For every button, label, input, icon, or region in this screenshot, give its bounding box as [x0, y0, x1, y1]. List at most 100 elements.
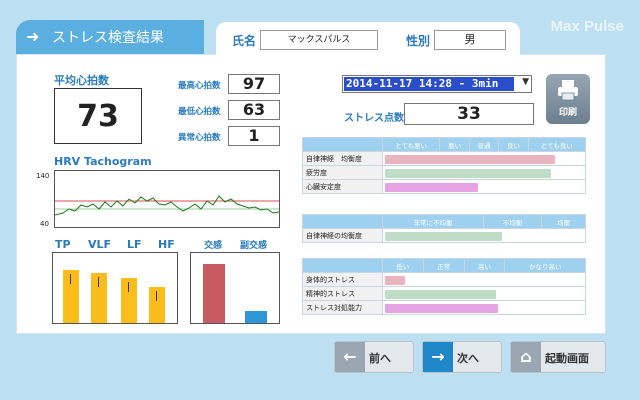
symp-bar [203, 264, 225, 323]
next-button[interactable]: → 次へ [422, 341, 502, 373]
abnormal-hr-label: 異常心拍数 [178, 133, 221, 143]
stress-table-header: 低い 正常 高い かなり高い [302, 258, 586, 273]
page-title: ストレス検査結果 [52, 30, 164, 46]
stress-col-1: 低い [382, 258, 424, 273]
spectrum-bar-hf [149, 287, 165, 323]
spectrum-label-hf: HF [158, 238, 175, 251]
row-label: 心臓安定度 [302, 179, 383, 194]
ans-chart [190, 252, 280, 324]
brand-logo: Max Pulse [550, 18, 624, 35]
max-hr-value: 97 [228, 74, 280, 94]
mental-stress-bar [385, 290, 497, 299]
error-bar [70, 274, 71, 284]
next-label: 次へ [457, 352, 479, 365]
print-label: 印刷 [558, 108, 577, 118]
row-label: 身体的ストレス [302, 272, 383, 287]
arrow-right-icon: ➜ [26, 27, 40, 46]
avg-hr-value: 73 [54, 88, 142, 144]
session-select[interactable]: 2014-11-17 14:28 - 3min ▼ [342, 75, 532, 93]
para-label: 副交感 [240, 241, 268, 251]
health-col-3: 普通 [468, 137, 500, 152]
ans-table-header: 非常に不均衡 不均衡 均衡 [302, 214, 586, 229]
name-field: マックスパルス [260, 30, 378, 50]
row-label: 自律神経の均衡度 [302, 228, 383, 243]
chevron-down-icon[interactable]: ▼ [522, 77, 529, 87]
table-row: 心臓安定度 [302, 179, 586, 194]
bar-cell [382, 165, 586, 180]
bar-cell [382, 228, 586, 243]
physical-stress-bar [385, 276, 406, 285]
health-table-corner [302, 137, 383, 152]
ans-col-1: 非常に不均衡 [382, 214, 484, 229]
row-label: 疲労度 [302, 165, 383, 180]
health-col-5: とても良い [527, 137, 587, 152]
health-table: とても悪い 悪い 普通 良い とても良い 自律神経 均衡度 疲労度 心臓安定度 [302, 137, 587, 194]
ans-balance-table: 非常に不均衡 不均衡 均衡 自律神経の均衡度 [302, 214, 586, 243]
home-icon: ⌂ [511, 342, 541, 372]
spectrum-label-vlf: VLF [88, 238, 112, 251]
stress-score-value: 33 [404, 103, 534, 125]
avg-hr-label: 平均心拍数 [54, 74, 109, 87]
fatigue-bar [385, 169, 551, 178]
print-button[interactable]: 印刷 [546, 74, 590, 124]
table-row: 疲労度 [302, 165, 586, 180]
error-bar [156, 291, 157, 301]
spectrum-bar-vlf [91, 273, 107, 323]
abnormal-hr-value: 1 [228, 126, 280, 146]
spectrum-bars [53, 253, 177, 323]
symp-label: 交感 [204, 241, 223, 251]
table-row: ストレス対処能力 [302, 300, 586, 315]
table-row: 精神的ストレス [302, 286, 586, 301]
stress-col-4: かなり高い [504, 258, 586, 273]
title-tab: ➜ ストレス検査結果 [16, 20, 204, 54]
bar-cell [382, 300, 586, 315]
hrv-y-top: 140 [36, 172, 50, 180]
hrv-title: HRV Tachogram [54, 155, 152, 168]
row-label: 精神的ストレス [302, 286, 383, 301]
table-row: 身体的ストレス [302, 272, 586, 287]
stress-table: 低い 正常 高い かなり高い 身体的ストレス 精神的ストレス ストレス対処能力 [302, 258, 586, 315]
health-col-2: 悪い [439, 137, 470, 152]
bar-cell [382, 272, 586, 287]
spectrum-label-tp: TP [55, 238, 71, 251]
ans-balance-bar [385, 232, 503, 241]
hrv-line [54, 195, 280, 216]
ans-table-corner [302, 214, 383, 229]
health-col-4: 良い [498, 137, 529, 152]
error-bar [98, 277, 99, 287]
row-label: ストレス対処能力 [302, 300, 383, 315]
session-selected-value: 2014-11-17 14:28 - 3min [344, 77, 514, 91]
bar-cell [382, 286, 586, 301]
printer-icon [558, 80, 578, 101]
sex-label: 性別 [406, 34, 431, 48]
table-row: 自律神経の均衡度 [302, 228, 586, 243]
hrv-plot [54, 195, 280, 216]
min-hr-label: 最低心拍数 [178, 107, 221, 117]
bar-cell [382, 151, 586, 166]
ans-col-3: 均衡 [541, 214, 586, 229]
patient-info-tab: 氏名 マックスパルス 性別 男 [216, 22, 520, 56]
arrow-left-icon: ← [335, 342, 365, 372]
table-row: 自律神経 均衡度 [302, 151, 586, 166]
heart-stability-bar [385, 183, 478, 192]
home-label: 起動画面 [545, 352, 589, 365]
row-label: 自律神経 均衡度 [302, 151, 383, 166]
spectrum-chart [52, 252, 178, 324]
prev-label: 前へ [369, 352, 391, 365]
sex-field: 男 [434, 30, 506, 50]
name-label: 氏名 [232, 34, 257, 48]
spectrum-bar-tp [63, 270, 79, 323]
health-table-header: とても悪い 悪い 普通 良い とても良い [302, 137, 587, 152]
spectrum-label-lf: LF [127, 238, 142, 251]
arrow-right-icon: → [423, 342, 453, 372]
max-hr-label: 最高心拍数 [178, 81, 221, 91]
balance-bar [385, 155, 555, 164]
stress-score-label: ストレス点数 [344, 113, 404, 124]
ans-col-2: 不均衡 [482, 214, 543, 229]
stress-coping-bar [385, 304, 499, 313]
para-bar [245, 311, 267, 323]
home-button[interactable]: ⌂ 起動画面 [510, 341, 606, 373]
spectrum-bar-lf [121, 278, 137, 323]
prev-button[interactable]: ← 前へ [334, 341, 414, 373]
stress-table-corner [302, 258, 383, 273]
